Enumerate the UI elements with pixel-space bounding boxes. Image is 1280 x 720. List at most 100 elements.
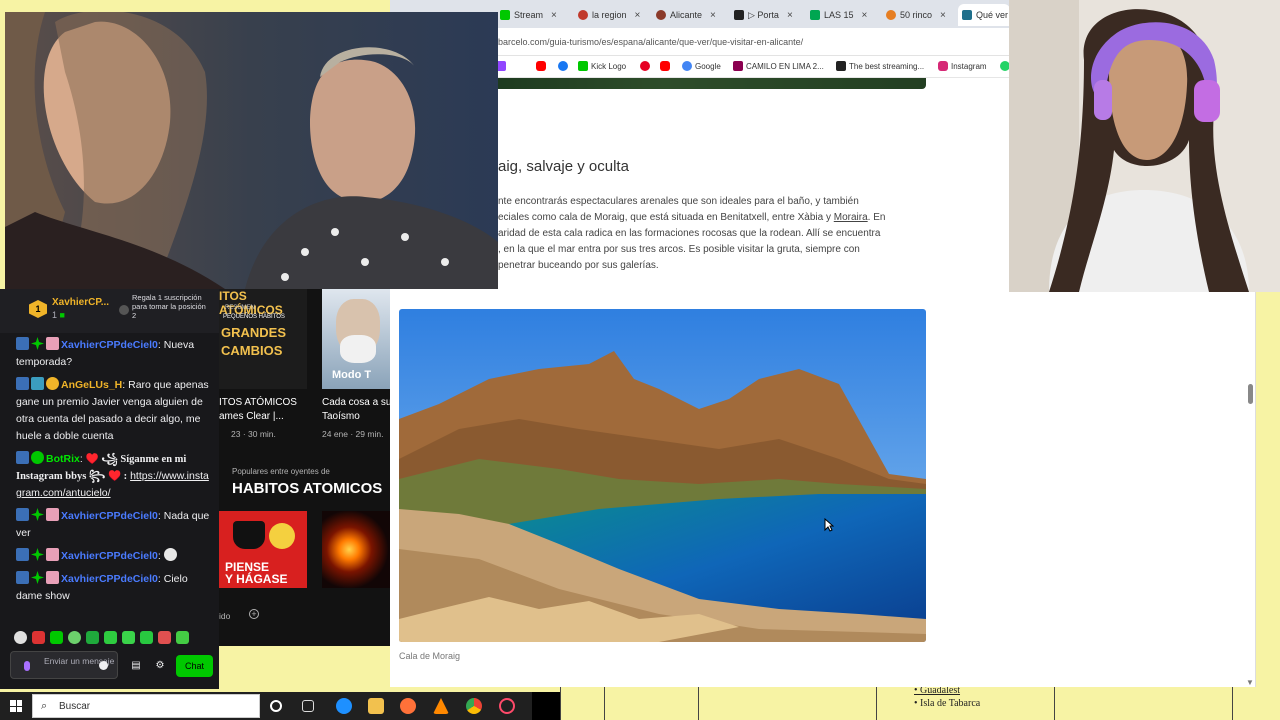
chat-message: XavhierCPPdeCiel0: Nada que ver (16, 508, 210, 539)
podcast-panel: ITOS ATÓMICOS RESUMEN PEQUEÑOS HÁBITOS G… (219, 289, 390, 646)
bookmark-facebook[interactable] (558, 61, 568, 71)
emote-icon[interactable] (158, 631, 171, 644)
podcast-cover-taoismo[interactable]: Modo T (322, 289, 390, 389)
emote-icon[interactable] (176, 631, 189, 644)
episode-meta-2: 24 ene · 29 min. (322, 429, 384, 439)
podcast-cover-piense[interactable]: PIENSE Y HÁGASE (219, 511, 307, 588)
pinned-gifter: 1 XavhierCP... 1 ■ Regala 1 suscripción … (0, 289, 219, 333)
photo-caption: Cala de Moraig (399, 651, 461, 661)
popular-label: Populares entre oyentes de (232, 467, 330, 476)
taskbar-search[interactable]: ⌕ Buscar (32, 694, 260, 718)
chat-message: XavhierCPPdeCiel0: Cielo dame show (16, 571, 188, 602)
video-player[interactable] (5, 12, 498, 289)
file-explorer-icon[interactable] (368, 698, 384, 714)
emote-icon[interactable] (104, 631, 117, 644)
sparkle-icon (31, 548, 44, 561)
emote-icon[interactable] (140, 631, 153, 644)
episode-title-2[interactable]: Cada cosa a su Taoísmo (322, 396, 390, 424)
bookmark-google[interactable]: Google (682, 61, 721, 71)
kick-icon (500, 10, 510, 20)
close-icon[interactable]: × (787, 10, 793, 21)
verified-icon (31, 451, 44, 464)
tab-la-region[interactable]: la region × (574, 4, 652, 26)
episode-title-1[interactable]: ITOS ATÓMICOS ames Clear |... (219, 396, 297, 424)
gift-icon (46, 508, 59, 521)
tab-alicante[interactable]: Alicante × (652, 4, 730, 26)
close-icon[interactable]: × (862, 10, 868, 21)
windows-start-icon[interactable] (10, 700, 22, 712)
cortana-icon[interactable] (270, 700, 282, 712)
url-text[interactable]: barcelo.com/guia-turismo/es/espana/alica… (498, 37, 803, 47)
close-icon[interactable]: × (710, 10, 716, 21)
bookmark-camilo[interactable]: CAMILO EN LIMA 2... (733, 61, 824, 71)
add-icon[interactable]: + (249, 609, 259, 619)
gift-subscription-text[interactable]: Regala 1 suscripción para tomar la posic… (132, 293, 212, 320)
site-icon (656, 10, 666, 20)
bookmark-instagram[interactable]: Instagram (938, 61, 987, 71)
close-icon[interactable]: × (635, 10, 641, 21)
moraira-link[interactable]: Moraira (834, 212, 868, 223)
sparkle-icon (31, 337, 44, 350)
cala-moraig-photo (399, 309, 926, 642)
vlc-icon[interactable] (433, 698, 449, 714)
store-icon[interactable]: ▤ (131, 661, 141, 671)
badge-icon (16, 571, 29, 584)
section-heading[interactable]: HABITOS ATOMICOS (232, 480, 382, 497)
edge-icon[interactable] (336, 698, 352, 714)
bookmark-kick-logo[interactable]: Kick Logo (578, 61, 626, 71)
tab-stream[interactable]: Stream × (496, 4, 574, 26)
site-icon (810, 10, 820, 20)
web-page-lower: Cala de Moraig ▼ (390, 292, 1256, 687)
rank-badge: 1 (29, 300, 47, 318)
search-icon: ⌕ (41, 700, 48, 712)
close-icon[interactable]: × (551, 10, 557, 21)
gear-icon[interactable]: ⚙ (155, 661, 165, 671)
task-view-icon[interactable] (302, 700, 314, 712)
emote-icon[interactable] (68, 631, 81, 644)
youtube-icon (536, 61, 546, 71)
emoji-icon[interactable] (99, 661, 108, 670)
pinned-username[interactable]: XavhierCP... (52, 297, 109, 308)
close-icon[interactable]: × (940, 10, 946, 21)
tab-50-rincones[interactable]: 50 rinco × (882, 4, 958, 26)
episode-meta-1: 23 · 30 min. (231, 429, 276, 439)
scroll-down-icon[interactable]: ▼ (1246, 678, 1254, 687)
site-icon (578, 10, 588, 20)
grid-badge-icon (31, 377, 44, 390)
site-icon (886, 10, 896, 20)
kick-icon (578, 61, 588, 71)
skull-emote-icon (163, 548, 177, 561)
chrome-icon[interactable] (466, 698, 482, 714)
badge-icon (16, 451, 29, 464)
bookmark-youtube[interactable] (536, 61, 546, 71)
pinned-count: 1 ■ (52, 310, 65, 320)
chat-message-input[interactable]: Enviar un mensaje (10, 651, 118, 679)
bookmark-streaming[interactable]: The best streaming... (836, 61, 924, 71)
microphone-icon[interactable] (24, 661, 30, 671)
emote-icon[interactable] (86, 631, 99, 644)
bookmark-youtube-2[interactable] (660, 61, 670, 71)
site-icon (962, 10, 972, 20)
bookmark-pinterest[interactable] (640, 61, 650, 71)
page-scrollbar[interactable] (1248, 384, 1253, 404)
mouse-cursor-icon (824, 518, 834, 532)
gift-icon (46, 571, 59, 584)
tab-las-15[interactable]: LAS 15 × (806, 4, 882, 26)
emote-icon[interactable] (32, 631, 45, 644)
active-app-slot[interactable] (532, 692, 560, 720)
emote-icon[interactable] (122, 631, 135, 644)
search-placeholder: Buscar (59, 701, 91, 712)
tab-que-ver[interactable]: Qué ver (958, 4, 1010, 26)
site-icon (733, 61, 743, 71)
opera-icon[interactable] (499, 698, 515, 714)
podcast-cover-fire[interactable] (322, 511, 390, 588)
background-list: • Guadalest • Isla de Tabarca (914, 685, 981, 709)
emote-icon[interactable] (50, 631, 63, 644)
kick-chat-panel: 1 XavhierCP... 1 ■ Regala 1 suscripción … (0, 289, 219, 689)
tab-portal[interactable]: ▷ Porta × (730, 4, 800, 26)
firefox-icon[interactable] (400, 698, 416, 714)
chat-send-button[interactable]: Chat (176, 655, 213, 677)
podcast-cover-habitos[interactable]: ITOS ATÓMICOS RESUMEN PEQUEÑOS HÁBITOS G… (219, 289, 307, 389)
emote-icon[interactable] (14, 631, 27, 644)
site-icon (734, 10, 744, 20)
